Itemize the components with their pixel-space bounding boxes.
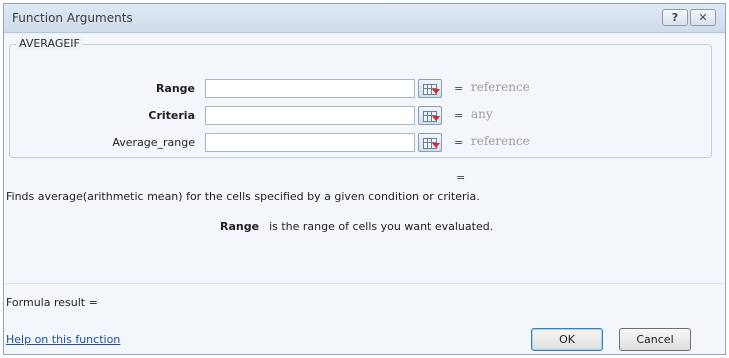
help-button[interactable]: ? — [662, 9, 688, 26]
divider — [6, 283, 723, 284]
function-name: AVERAGEIF — [16, 37, 83, 50]
close-icon: ✕ — [698, 11, 708, 24]
close-button[interactable]: ✕ — [690, 9, 716, 26]
help-on-function-link[interactable]: Help on this function — [6, 333, 120, 346]
function-result-equals: = — [456, 171, 466, 184]
range-result-hint: reference — [471, 80, 530, 94]
range-equals: = — [454, 82, 464, 95]
argument-help-name: Range — [220, 220, 260, 233]
criteria-equals: = — [454, 109, 464, 122]
average-range-input[interactable] — [205, 133, 415, 152]
average-range-equals: = — [454, 136, 464, 149]
arrow-down-icon — [432, 116, 440, 121]
average-range-collapse-button[interactable] — [418, 133, 442, 152]
average-range-result-hint: reference — [471, 134, 530, 148]
cancel-button[interactable]: Cancel — [619, 328, 691, 351]
argument-label-range: Range — [155, 82, 195, 95]
question-mark-icon: ? — [671, 11, 679, 24]
arrow-down-icon — [432, 143, 440, 148]
criteria-result-hint: any — [471, 107, 493, 121]
arrow-down-icon — [432, 89, 440, 94]
ok-button[interactable]: OK — [531, 328, 603, 351]
title-bar[interactable]: Function Arguments ? ✕ — [4, 4, 725, 33]
formula-result: Formula result = — [6, 296, 98, 309]
range-input[interactable] — [205, 79, 415, 98]
function-description: Finds average(arithmetic mean) for the c… — [6, 190, 480, 203]
argument-label-criteria: Criteria — [148, 109, 195, 122]
argument-help-text: is the range of cells you want evaluated… — [269, 220, 494, 233]
argument-help: Range is the range of cells you want eval… — [220, 220, 493, 233]
criteria-collapse-button[interactable] — [418, 106, 442, 125]
range-collapse-button[interactable] — [418, 79, 442, 98]
criteria-input[interactable] — [205, 106, 415, 125]
dialog-title: Function Arguments — [12, 11, 133, 25]
argument-label-average-range: Average_range — [112, 136, 195, 149]
